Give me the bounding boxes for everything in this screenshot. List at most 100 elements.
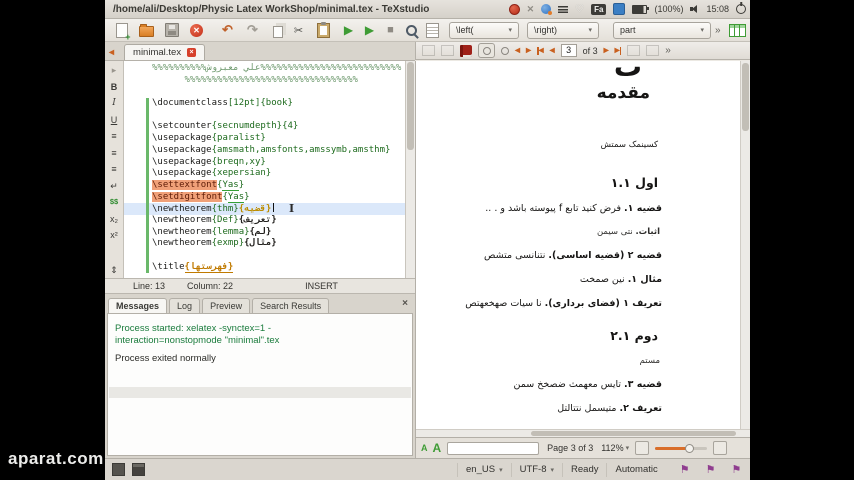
toggle-sidepanel-icon[interactable] <box>112 463 125 476</box>
fmt-align-right-icon[interactable]: ≡ <box>111 164 116 174</box>
flag-icon[interactable]: ⚑ <box>706 463 716 476</box>
paste-button[interactable] <box>315 22 332 39</box>
tab-search-results[interactable]: Search Results <box>252 298 329 313</box>
browser-tray-icon[interactable] <box>541 4 551 14</box>
tab-close-icon[interactable]: × <box>187 48 196 57</box>
zoom-in-text-icon[interactable]: A <box>433 441 442 455</box>
encoding-selector[interactable]: UTF-8 ▾ <box>511 463 562 477</box>
keyboard-layout-indicator[interactable]: Fa <box>591 4 606 15</box>
pdf-horizontal-scrollbar[interactable] <box>416 429 750 437</box>
zoom-out-text-icon[interactable]: A <box>421 443 428 453</box>
volume-icon[interactable] <box>690 5 699 14</box>
tab-scroll-left-icon[interactable]: ◂ <box>109 47 114 58</box>
tab-minimal-tex[interactable]: minimal.tex × <box>124 44 205 60</box>
hand-tool-icon[interactable] <box>501 47 509 55</box>
locale-selector[interactable]: en_US ▾ <box>457 463 511 477</box>
pdf-vertical-scrollbar[interactable] <box>740 61 750 429</box>
zoom-option-button[interactable] <box>635 441 649 455</box>
fmt-scroll-right-icon[interactable]: ▸ <box>112 65 117 75</box>
pdf-tool-icon[interactable] <box>627 45 640 56</box>
save-button[interactable] <box>163 22 180 39</box>
copy-button[interactable] <box>269 22 286 39</box>
flag-icon[interactable]: ⚑ <box>731 463 741 476</box>
log-button[interactable] <box>424 22 441 39</box>
fmt-underline-icon[interactable]: U <box>111 115 118 125</box>
app-tray-icon[interactable] <box>613 3 625 15</box>
toggle-messages-icon[interactable] <box>132 463 145 476</box>
pdf-tool-icon[interactable] <box>441 45 454 56</box>
fmt-inline-math-icon[interactable]: $$ <box>110 197 118 207</box>
code-token: Yas <box>228 192 244 203</box>
pdf-scroll-tool-toggle[interactable] <box>478 43 495 58</box>
log-selected-row[interactable] <box>109 387 411 398</box>
pdf-tool-icon[interactable] <box>646 45 659 56</box>
pdf-toolbar-overflow-icon[interactable]: » <box>665 45 671 56</box>
right-delimiter-combo[interactable]: \right) ▾ <box>527 22 599 39</box>
slider-handle[interactable] <box>685 444 694 453</box>
pdf-page[interactable]: بمقدمهکسینمک سمتش۱.۱ اولقضیه ۱. فرض کنید… <box>416 61 750 429</box>
undo-button[interactable]: ↶ <box>219 22 236 39</box>
redo-button[interactable]: ↷ <box>244 22 261 39</box>
line-ending-selector[interactable]: Automatic <box>606 463 665 477</box>
zoom-level[interactable]: 112% <box>601 443 623 453</box>
fmt-subscript-icon[interactable]: x₂ <box>110 214 118 224</box>
power-icon[interactable] <box>736 4 746 14</box>
pdf-tool-icon[interactable] <box>422 45 435 56</box>
heart-tray-icon[interactable]: ♡ <box>575 4 584 15</box>
scrollbar-thumb[interactable] <box>742 63 749 131</box>
code-editor[interactable]: %%%%%%%%%%علي معبروش%%%%%%%%%%%%%%%%%%%%… <box>124 61 405 278</box>
view-button[interactable]: ▶ <box>361 22 378 39</box>
code-line: \usepackage{breqn,xy} <box>124 157 405 169</box>
fmt-newline-icon[interactable]: ↵ <box>110 181 118 191</box>
zoom-slider[interactable] <box>655 442 707 455</box>
tab-label: minimal.tex <box>133 47 181 58</box>
ready-status: Ready <box>562 463 606 477</box>
section-level-combo[interactable]: part ▾ <box>613 22 711 39</box>
scrollbar-thumb[interactable] <box>407 62 414 150</box>
fmt-bold-icon[interactable]: B <box>111 82 118 92</box>
zoom-option-button[interactable] <box>713 441 727 455</box>
fmt-expand-icon[interactable]: ⇕ <box>110 265 118 275</box>
page-number-input[interactable]: 3 <box>561 44 577 57</box>
messages-close-icon[interactable]: × <box>402 298 408 309</box>
scrollbar-thumb[interactable] <box>531 431 736 436</box>
build-and-view-button[interactable]: ▶ <box>340 22 357 39</box>
modified-line-marker <box>146 262 149 274</box>
recording-indicator-icon[interactable] <box>509 4 520 15</box>
stop-button[interactable]: ■ <box>382 22 399 39</box>
pdf-book-icon[interactable] <box>460 45 472 57</box>
find-button[interactable] <box>403 22 420 39</box>
code-line: %%%%%%%%%%%%%%%%%%%%%%%%%%%%%%%% <box>124 75 405 87</box>
fmt-align-center-icon[interactable]: ≡ <box>111 148 116 158</box>
last-page-button[interactable]: ▸ <box>615 45 622 56</box>
tab-log[interactable]: Log <box>169 298 200 313</box>
menu-tray-icon[interactable] <box>558 6 568 13</box>
next-page-button[interactable]: ▸ <box>604 45 609 56</box>
chevron-down-icon[interactable]: ▾ <box>626 444 630 452</box>
tray-utility-icon[interactable]: ✕ <box>527 4 535 15</box>
tab-preview[interactable]: Preview <box>202 298 250 313</box>
code-token: {تعریف} <box>239 215 277 225</box>
battery-icon[interactable] <box>632 5 647 14</box>
pdf-search-field[interactable] <box>447 442 539 455</box>
editor-tab-bar: ◂ minimal.tex × <box>105 42 415 61</box>
fmt-superscript-icon[interactable]: x² <box>110 230 118 240</box>
pdf-text-line: کسینمک سمتش <box>416 140 750 150</box>
table-icon <box>729 24 746 37</box>
insert-table-button[interactable] <box>729 22 746 39</box>
previous-page-button[interactable]: ◂ <box>550 45 555 56</box>
fmt-align-left-icon[interactable]: ≡ <box>111 131 116 141</box>
pdf-forward-icon[interactable]: ▸ <box>526 45 531 56</box>
toolbar-overflow-icon[interactable]: » <box>715 25 721 36</box>
cut-button[interactable]: ✂ <box>290 22 307 39</box>
editor-vertical-scrollbar[interactable] <box>405 61 415 278</box>
left-delimiter-combo[interactable]: \left( ▾ <box>449 22 519 39</box>
open-file-button[interactable] <box>138 22 155 39</box>
tab-messages[interactable]: Messages <box>108 298 167 313</box>
pdf-back-icon[interactable]: ◂ <box>515 45 520 56</box>
close-file-button[interactable]: ✕ <box>188 22 205 39</box>
new-file-button[interactable]: + <box>113 22 130 39</box>
first-page-button[interactable]: ◂ <box>537 45 544 56</box>
flag-icon[interactable]: ⚑ <box>680 463 690 476</box>
fmt-italic-icon[interactable]: I <box>112 98 116 108</box>
